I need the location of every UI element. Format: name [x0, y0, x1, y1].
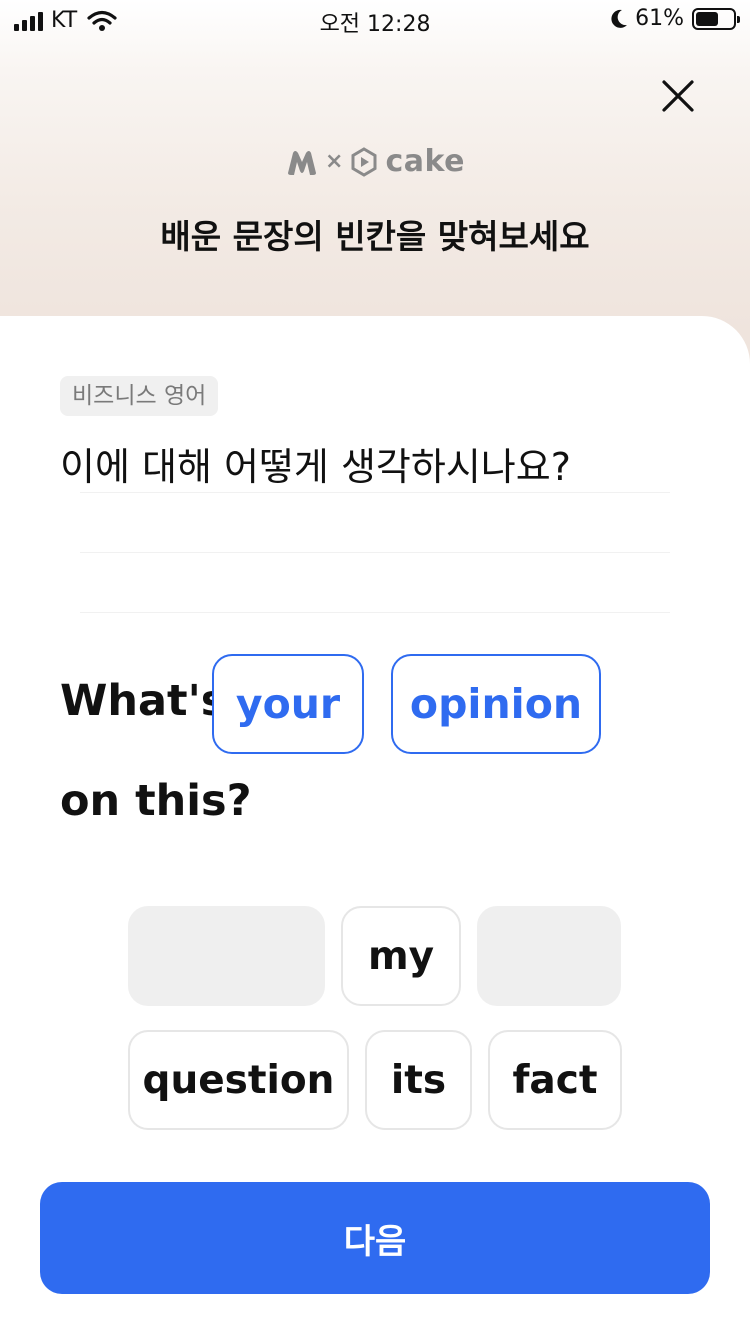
close-icon: [662, 80, 694, 112]
quiz-card: 비즈니스 영어 이에 대해 어떻게 생각하시나요? What's your op…: [0, 316, 750, 1334]
close-button[interactable]: [654, 72, 702, 120]
m-logo-icon: [288, 150, 317, 175]
word-chip-fact[interactable]: fact: [488, 1030, 622, 1130]
status-right: 61%: [609, 6, 740, 31]
sentence-word-suffix: on this?: [60, 776, 252, 826]
divider: [80, 552, 670, 553]
divider: [80, 492, 670, 493]
divider: [80, 612, 670, 613]
sentence-word-prefix: What's: [60, 676, 227, 726]
battery-fill: [696, 11, 718, 26]
cake-logo-icon: [351, 146, 377, 177]
screen: KT 오전 12:28 61% × cake 배운 문장의 빈칸을 맞혀보세요 …: [0, 0, 750, 1334]
word-chip-my[interactable]: my: [341, 906, 461, 1006]
category-badge: 비즈니스 영어: [60, 376, 219, 416]
next-button[interactable]: 다음: [40, 1182, 710, 1294]
word-slot-empty: [128, 906, 325, 1006]
answer-blank-1[interactable]: your: [212, 654, 364, 754]
word-chip-its[interactable]: its: [365, 1030, 472, 1130]
battery-percent: 61%: [635, 6, 684, 31]
word-slot-empty: [477, 906, 621, 1006]
answer-blank-2[interactable]: opinion: [391, 654, 601, 754]
korean-sentence: 이에 대해 어떻게 생각하시나요?: [60, 445, 571, 489]
moon-icon: [611, 9, 628, 28]
partner-logo: × cake: [0, 144, 750, 179]
logo-separator: ×: [325, 149, 344, 174]
word-chip-question[interactable]: question: [128, 1030, 349, 1130]
page-title: 배운 문장의 빈칸을 맞혀보세요: [160, 217, 590, 256]
status-bar: KT 오전 12:28 61%: [0, 0, 750, 42]
battery-icon: [692, 7, 740, 30]
logo-brand-text: cake: [385, 144, 465, 179]
